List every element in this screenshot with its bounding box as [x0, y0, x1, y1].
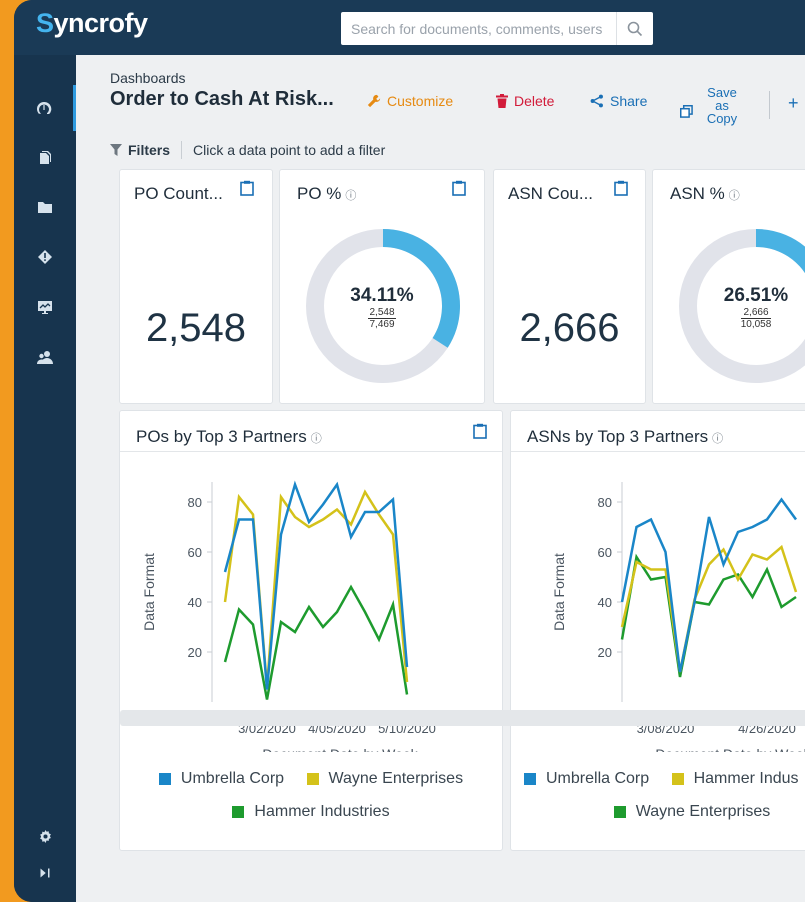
toolbar-divider — [769, 91, 770, 119]
legend-item[interactable]: Hammer Indus — [671, 770, 799, 788]
share-icon — [590, 94, 603, 108]
kpi-value: 2,548 — [145, 306, 247, 350]
share-button[interactable]: Share — [590, 93, 647, 109]
series-line — [223, 584, 409, 700]
monitor-icon — [38, 301, 52, 314]
y-tick-label: 20 — [188, 645, 202, 660]
chart-card-pos-by-partner: POs by Top 3 Partners ⓘ 20 40 60 80 3/02/2020… — [119, 410, 503, 851]
filter-divider — [181, 141, 183, 159]
series-line — [620, 553, 797, 678]
sidebar-collapse[interactable] — [14, 850, 76, 896]
donut-fraction: 2,666 10,058 — [740, 307, 772, 330]
chart-card-asns-by-partner: ASNs by Top 3 Partners ⓘ 20 40 60 80 3/08/202… — [510, 410, 805, 851]
dashboard-icon — [36, 101, 51, 114]
filter-bar[interactable]: Filters Click a data point to add a filt… — [110, 140, 385, 160]
series-line — [620, 544, 798, 673]
y-tick-label: 40 — [188, 595, 202, 610]
top-bar: Syncrofy — [14, 0, 805, 55]
y-tick-label: 60 — [188, 545, 202, 560]
save-as-copy-button[interactable]: Save as Copy — [680, 86, 745, 125]
asns-line-chart[interactable]: 204060803/08/20204/26/2020Data FormatDoc… — [511, 452, 805, 752]
chart-legend-row-2: Hammer Industries — [120, 803, 502, 823]
y-tick-label: 80 — [598, 495, 612, 510]
alert-icon — [38, 250, 52, 264]
kpi-title: PO Count... — [134, 184, 223, 203]
sidebar-item-users[interactable] — [14, 334, 76, 380]
search-input[interactable] — [341, 12, 631, 45]
customize-button[interactable]: Customize — [367, 93, 453, 109]
kpi-card-po-percent[interactable]: PO % ⓘ 34.11% 2,548 7,469 — [279, 169, 485, 404]
x-axis-title: Document Date by Week — [262, 746, 418, 752]
clipboard-icon[interactable] — [614, 180, 628, 196]
main-content: Dashboards Order to Cash At Risk... Cust… — [76, 55, 805, 902]
info-icon: ⓘ — [345, 190, 357, 202]
delete-button[interactable]: Delete — [496, 93, 554, 109]
documents-icon — [40, 151, 51, 164]
clipboard-icon[interactable] — [473, 423, 487, 439]
kpi-title: PO % ⓘ — [297, 184, 357, 203]
info-icon: ⓘ — [310, 433, 322, 445]
sidebar-item-documents[interactable] — [14, 135, 76, 181]
breadcrumb[interactable]: Dashboards — [110, 70, 186, 86]
series-line — [620, 497, 798, 673]
filter-icon — [110, 144, 122, 156]
legend-item[interactable]: Hammer Industries — [232, 803, 390, 821]
page-title: Order to Cash At Risk... — [110, 88, 334, 110]
clipboard-icon[interactable] — [452, 180, 466, 196]
y-tick-label: 80 — [188, 495, 202, 510]
y-tick-label: 40 — [598, 595, 612, 610]
sidebar-item-alerts[interactable] — [14, 234, 76, 280]
sidebar — [14, 55, 76, 902]
y-tick-label: 60 — [598, 545, 612, 560]
chart-legend: Umbrella Corp Wayne Enterprises — [120, 770, 502, 790]
chart-title: ASNs by Top 3 Partners ⓘ — [527, 427, 724, 446]
trash-icon — [496, 94, 508, 108]
filters-label: Filters — [128, 142, 171, 158]
filters-hint: Click a data point to add a filter — [193, 142, 386, 158]
donut-percent: 34.11% — [350, 285, 414, 306]
app-window: Syncrofy Search for documents, comments,… — [14, 0, 805, 902]
legend-item[interactable]: Wayne Enterprises — [613, 803, 770, 821]
pos-line-chart[interactable]: 204060803/02/2020 4/05/2020 5/10/2020Data … — [120, 452, 504, 752]
sidebar-item-folders[interactable] — [14, 184, 76, 230]
donut-fraction: 2,548 7,469 — [368, 307, 396, 330]
sidebar-item-dashboards[interactable] — [14, 85, 76, 131]
info-icon: ⓘ — [712, 433, 724, 445]
legend-item[interactable]: Wayne Enterprises — [306, 770, 463, 788]
legend-item[interactable]: Umbrella Corp — [158, 770, 284, 788]
clipboard-icon[interactable] — [240, 180, 254, 196]
x-axis-title: Document Date by Week — [655, 746, 805, 752]
kpi-value: 2,666 — [519, 306, 620, 350]
global-search — [341, 12, 653, 45]
collapse-icon — [40, 868, 50, 878]
syncrofy-logo[interactable]: Syncrofy — [36, 8, 148, 39]
y-axis-title: Data Format — [551, 553, 567, 631]
kpi-card-asn-count[interactable]: ASN Cou... 2,666 — [493, 169, 646, 404]
legend-item[interactable]: Umbrella Corp — [524, 770, 649, 788]
chart-legend: Umbrella Corp Hammer Indus — [509, 770, 805, 790]
chart-legend-row-2: Wayne Enterprises — [511, 803, 805, 823]
folder-icon — [38, 202, 52, 213]
chart-title: POs by Top 3 Partners ⓘ — [136, 427, 322, 446]
kpi-title: ASN Cou... — [508, 184, 594, 203]
wrench-icon — [367, 94, 381, 108]
sidebar-item-reports[interactable] — [14, 284, 76, 330]
next-widget-row — [120, 710, 805, 726]
copy-icon — [680, 105, 693, 118]
info-icon: ⓘ — [728, 190, 740, 202]
y-tick-label: 20 — [598, 645, 612, 660]
donut-percent: 26.51% — [723, 285, 789, 306]
search-icon[interactable] — [616, 12, 653, 45]
gear-icon — [39, 829, 51, 843]
add-button[interactable]: + — [788, 93, 799, 114]
users-icon — [37, 351, 53, 364]
y-axis-title: Data Format — [141, 553, 157, 631]
kpi-card-asn-percent[interactable]: ASN % ⓘ 26.51% 2,666 10,058 — [652, 169, 805, 404]
kpi-title: ASN % ⓘ — [670, 184, 740, 203]
kpi-card-po-count[interactable]: PO Count... 2,548 — [119, 169, 273, 404]
